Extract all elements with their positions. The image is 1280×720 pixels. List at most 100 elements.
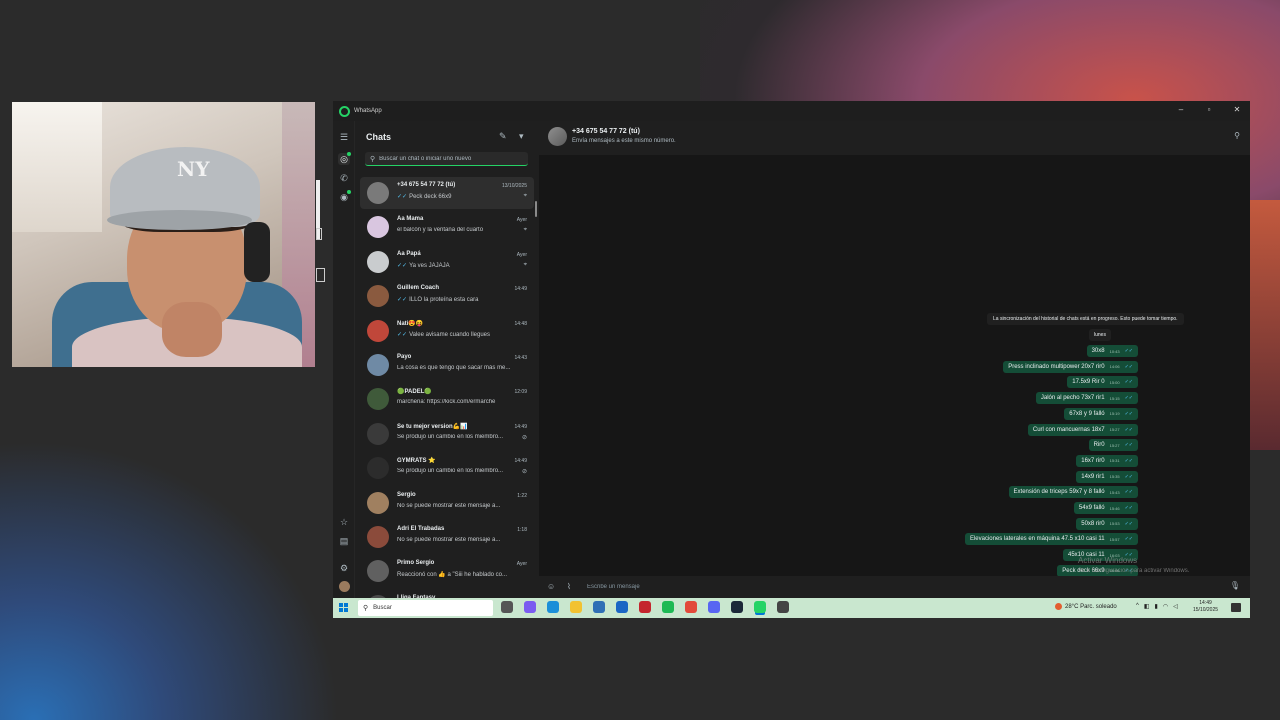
microphone-icon[interactable]: 🎙 xyxy=(1230,581,1240,590)
message-text: Jalón al pecho 73x7 rir1 xyxy=(1040,395,1105,402)
weather-widget[interactable]: 28°C Parc. soleado xyxy=(1055,603,1117,610)
chat-list-title: Chats xyxy=(366,132,392,142)
outgoing-message[interactable]: 17.5x9 Rir 0 15:00 ✓✓ xyxy=(1067,376,1138,389)
outgoing-message[interactable]: 50x8 rir0 15:53 ✓✓ xyxy=(1076,517,1138,530)
profile-avatar[interactable] xyxy=(339,581,350,592)
start-button[interactable] xyxy=(339,603,348,612)
volume-icon[interactable]: ◁ xyxy=(1173,603,1178,610)
message-time: 15:00 xyxy=(1109,379,1120,385)
conversation-header[interactable]: +34 675 54 77 72 (tú) Envía mensajes a e… xyxy=(539,121,1250,155)
store-icon[interactable] xyxy=(593,601,605,613)
chat-list-item[interactable]: Nati😍😝 14:48 ✓✓ Valee avisame cuando llegue… xyxy=(360,315,534,347)
outgoing-message[interactable]: Rir0 15:27 ✓✓ xyxy=(1088,439,1138,452)
steam-icon[interactable] xyxy=(731,601,743,613)
read-receipt-icon: ✓✓ xyxy=(1124,457,1133,464)
chat-list-item[interactable]: Adri El Trabadas 1:18 No se puede mostrar … xyxy=(360,521,534,553)
cap-logo: NY xyxy=(177,157,210,181)
chat-name: Primo Sergio xyxy=(397,560,435,567)
webcam-overlay: NY xyxy=(12,102,315,367)
outlook-icon[interactable] xyxy=(616,601,628,613)
message-text: 14x9 rir1 xyxy=(1081,473,1105,480)
filter-icon[interactable]: ▾ xyxy=(519,131,524,142)
calls-icon[interactable]: ✆ xyxy=(338,172,350,184)
outgoing-message[interactable]: 67x8 y 9 falló 15:19 ✓✓ xyxy=(1064,407,1138,420)
muted-icon: ⊘ xyxy=(521,469,527,476)
outgoing-message[interactable]: 54x9 falló 15:46 ✓✓ xyxy=(1073,502,1138,514)
watermark-title: Activar Windows xyxy=(1078,556,1138,565)
chat-list-item[interactable]: Aa Mama Ayer el balcón y la ventana del cu… xyxy=(360,211,534,243)
chat-preview: Reaccionó con 👍 a "Siii he hablado co... xyxy=(397,571,515,578)
network-icon[interactable]: ◧ xyxy=(1144,603,1150,610)
starred-icon[interactable]: ☆ xyxy=(338,516,350,528)
outgoing-message[interactable]: Elevaciones laterales en máquina 47.5 x1… xyxy=(964,533,1138,546)
chat-list-item[interactable]: 🟢PADEL🟢 12:09 marchena: https://kick.com/e… xyxy=(360,383,534,415)
search-input[interactable] xyxy=(379,155,520,162)
chat-list-item[interactable]: +34 675 54 77 72 (tú) 13/10/2025 ✓✓ Peck de… xyxy=(360,177,534,209)
contact-avatar[interactable] xyxy=(548,127,567,146)
maximize-button[interactable]: ▫ xyxy=(1204,105,1214,114)
webcam-window-light xyxy=(12,102,102,232)
message-input[interactable] xyxy=(587,581,1187,593)
chat-preview-text: Se produjo un cambio en los miembro... xyxy=(397,433,504,440)
spotify-icon[interactable] xyxy=(662,601,674,613)
chat-list-item[interactable]: Se tu mejor version💪📊 14:49 Se produjo un … xyxy=(360,418,534,450)
attach-icon[interactable]: ⌇ xyxy=(567,582,571,591)
window-controls: – ▫ ✕ xyxy=(1176,105,1242,114)
pin-icon: ⌖ xyxy=(523,193,527,199)
outgoing-message[interactable]: Curl con mancuernas 18x7 15:27 ✓✓ xyxy=(1027,423,1138,436)
task-view-icon[interactable] xyxy=(501,601,513,613)
chat-list-item[interactable]: Guillem Coach 14:49 ✓✓ ILLO la proteína est… xyxy=(360,280,534,312)
new-chat-icon[interactable]: ✎ xyxy=(499,131,507,142)
taskbar-clock[interactable]: 14:49 15/10/2025 xyxy=(1193,600,1218,614)
desktop-background-glow xyxy=(0,440,340,720)
menu-icon[interactable]: ☰ xyxy=(338,131,350,143)
wifi-icon[interactable]: ◠ xyxy=(1163,603,1168,610)
chat-preview-text: ILLO la proteína esta cara xyxy=(409,297,479,304)
search-in-chat-icon[interactable]: ⚲ xyxy=(1234,131,1240,140)
message-composer: ☺ ⌇ 🎙 xyxy=(539,576,1250,598)
scroll-indicator[interactable] xyxy=(535,201,537,217)
close-button[interactable]: ✕ xyxy=(1232,105,1242,114)
settings-icon[interactable]: ⚙ xyxy=(338,562,350,574)
tray-chevron-icon[interactable]: ^ xyxy=(1136,603,1139,610)
chat-list-item[interactable]: Sergio 1:22 No se puede mostrar este mensa… xyxy=(360,487,534,519)
outgoing-message[interactable]: Extensión de triceps 59x7 y 8 falló 15:43… xyxy=(1008,486,1138,499)
pin-icon: ⌖ xyxy=(523,261,527,268)
message-text: Press inclinado multipower 20x7 rir0 xyxy=(1008,363,1105,370)
unread-dot xyxy=(347,190,351,194)
chat-list-item[interactable]: Primo Sergio Ayer Reaccionó con 👍 a "Siii … xyxy=(360,555,534,587)
file-explorer-icon[interactable] xyxy=(570,601,582,613)
chat-time: Ayer xyxy=(516,217,527,224)
outgoing-message[interactable]: 30x8 10:43 ✓✓ xyxy=(1086,345,1138,357)
chat-list-item[interactable]: Lliga Fantasy xyxy=(360,590,534,598)
outgoing-message[interactable]: Jalón al pecho 73x7 rir1 15:15 ✓✓ xyxy=(1035,392,1138,405)
outgoing-message[interactable]: 16x7 rir0 15:31 ✓✓ xyxy=(1076,454,1138,467)
webcam-headphones xyxy=(244,222,270,282)
task-app-icon[interactable] xyxy=(777,601,789,613)
weather-text: 28°C Parc. soleado xyxy=(1065,603,1117,610)
outgoing-message[interactable]: 14x9 rir1 15:35 ✓✓ xyxy=(1076,470,1138,483)
minimize-button[interactable]: – xyxy=(1176,105,1186,114)
copilot-icon[interactable] xyxy=(524,601,536,613)
edge-icon[interactable] xyxy=(547,601,559,613)
chat-time: 1:18 xyxy=(517,527,527,533)
chat-list-item[interactable]: GYMRATS ⭐ 14:49 Se produjo un cambio en lo… xyxy=(360,452,534,484)
discord-icon[interactable] xyxy=(708,601,720,613)
app-red-icon[interactable] xyxy=(639,601,651,613)
chat-list-item[interactable]: Payo 14:43 La cosa es que tengo que sacar … xyxy=(360,349,534,381)
chat-avatar xyxy=(367,250,389,273)
emoji-icon[interactable]: ☺ xyxy=(547,582,555,591)
clock-date: 15/10/2025 xyxy=(1193,607,1219,613)
archive-icon[interactable]: ▤ xyxy=(338,535,350,547)
chat-avatar xyxy=(367,526,389,548)
chat-list-item[interactable]: Aa Papá Ayer ✓✓ Ya ves JAJAJA ⌖ xyxy=(360,246,534,278)
message-time: 10:43 xyxy=(1109,348,1120,354)
message-time: 15:15 xyxy=(1109,395,1120,401)
taskbar-search[interactable]: ⚲ Buscar xyxy=(358,600,493,616)
outgoing-message[interactable]: Press inclinado multipower 20x7 rir0 14:0… xyxy=(1003,360,1138,373)
chrome-icon[interactable] xyxy=(685,601,697,613)
whatsapp-icon[interactable] xyxy=(754,601,766,613)
battery-icon[interactable]: ▮ xyxy=(1155,603,1158,610)
notification-icon[interactable] xyxy=(1231,603,1241,612)
windows-taskbar: ⚲ Buscar 28°C Parc. soleado ^ ◧ ▮ ◠ ◁ 14… xyxy=(333,598,1250,618)
